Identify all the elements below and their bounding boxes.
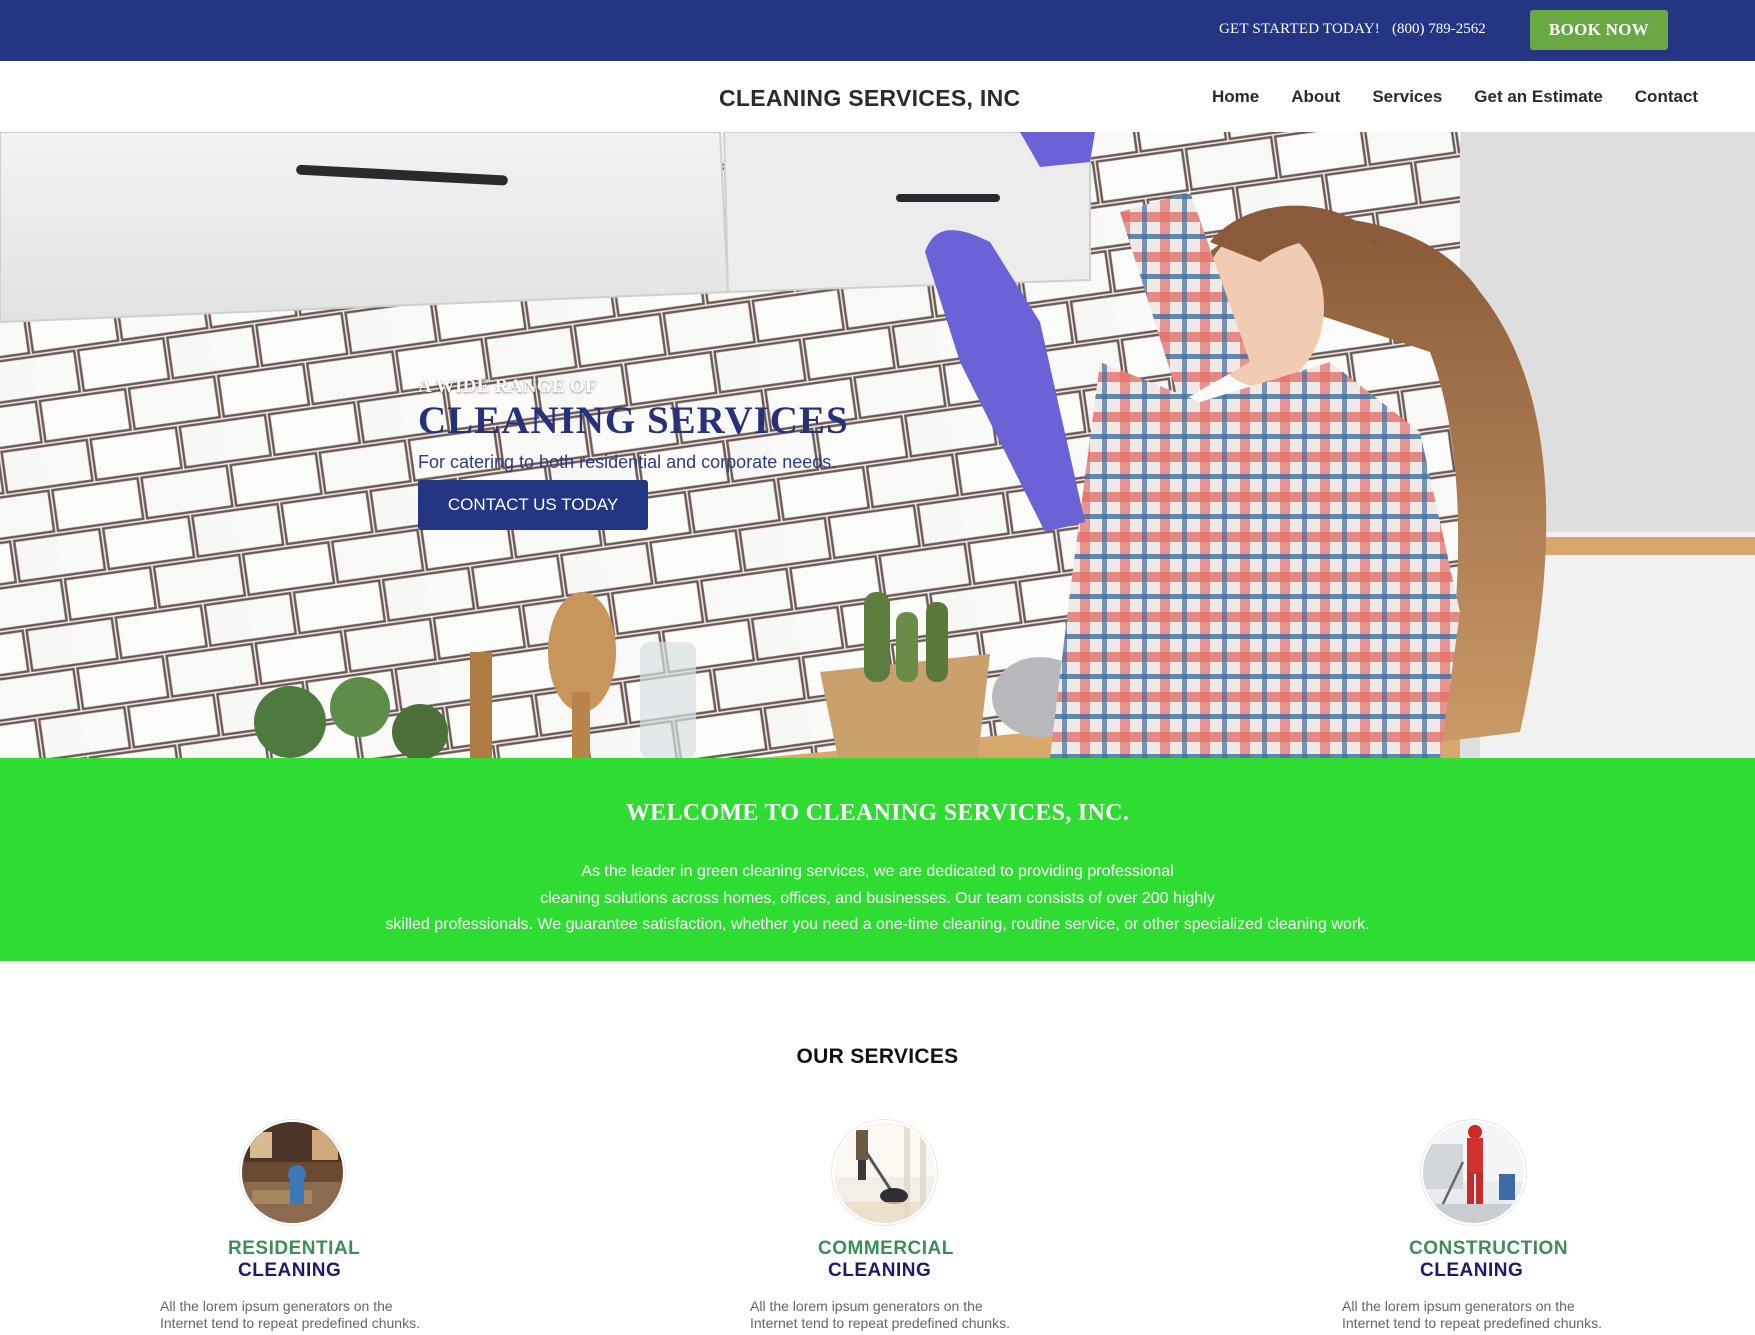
service-desc-line2: Internet tend to repeat predefined chunk… <box>160 1315 420 1331</box>
service-desc-line2: Internet tend to repeat predefined chunk… <box>1342 1315 1602 1331</box>
service-title-line2: CLEANING <box>1420 1260 1524 1281</box>
top-utility-bar: GET STARTED TODAY! (800) 789-2562 BOOK N… <box>0 0 1755 61</box>
service-title-line2: CLEANING <box>238 1260 342 1281</box>
contact-us-button[interactable]: CONTACT US TODAY <box>418 480 648 530</box>
phone-number-link[interactable]: (800) 789-2562 <box>1392 21 1486 38</box>
hero-subline: For catering to both residential and cor… <box>418 452 837 472</box>
welcome-text-line-2: cleaning solutions across homes, offices… <box>540 890 1215 907</box>
hero-kitchen-photo <box>0 132 1755 758</box>
hero-banner: A WIDE RANGE OF CLEANING SERVICES For ca… <box>0 132 1755 758</box>
service-description: All the lorem ipsum generators on the In… <box>750 1298 1050 1332</box>
nav-link-about[interactable]: About <box>1291 87 1340 107</box>
main-navbar: CLEANING SERVICES, INC Home About Servic… <box>0 61 1755 132</box>
nav-links: Home About Services Get an Estimate Cont… <box>1212 87 1698 107</box>
service-description: All the lorem ipsum generators on the In… <box>160 1298 460 1332</box>
service-desc-line1: All the lorem ipsum generators on the <box>750 1298 983 1314</box>
get-started-text: GET STARTED TODAY! <box>1219 21 1380 37</box>
welcome-title: WELCOME TO CLEANING SERVICES, INC. <box>625 800 1130 826</box>
service-desc-line1: All the lorem ipsum generators on the <box>1342 1298 1575 1314</box>
nav-link-contact[interactable]: Contact <box>1635 87 1698 107</box>
service-description: All the lorem ipsum generators on the In… <box>1342 1298 1642 1332</box>
welcome-section: WELCOME TO CLEANING SERVICES, INC. As th… <box>0 758 1755 961</box>
site-brand[interactable]: CLEANING SERVICES, INC <box>719 85 1020 112</box>
nav-link-services[interactable]: Services <box>1372 87 1442 107</box>
service-title-line1: COMMERCIAL <box>818 1238 954 1259</box>
book-now-button[interactable]: BOOK NOW <box>1530 10 1668 50</box>
service-title-line1: RESIDENTIAL <box>228 1238 361 1259</box>
nav-link-home[interactable]: Home <box>1212 87 1259 107</box>
service-desc-line1: All the lorem ipsum generators on the <box>160 1298 393 1314</box>
hero-kicker: A WIDE RANGE OF <box>418 376 597 397</box>
service-desc-line2: Internet tend to repeat predefined chunk… <box>750 1315 1010 1331</box>
welcome-text-line-3: skilled professionals. We guarantee sati… <box>385 916 1370 933</box>
service-title-line2: CLEANING <box>828 1260 932 1281</box>
welcome-text-line-1: As the leader in green cleaning services… <box>581 863 1174 880</box>
service-title-line1: CONSTRUCTION <box>1409 1238 1569 1259</box>
services-section-title: OUR SERVICES <box>796 1045 959 1068</box>
construction-cleaning-image <box>1421 1120 1526 1225</box>
commercial-cleaning-image <box>832 1120 937 1225</box>
residential-cleaning-image <box>240 1120 345 1225</box>
hero-headline: CLEANING SERVICES <box>418 399 849 442</box>
nav-link-estimate[interactable]: Get an Estimate <box>1474 87 1603 107</box>
